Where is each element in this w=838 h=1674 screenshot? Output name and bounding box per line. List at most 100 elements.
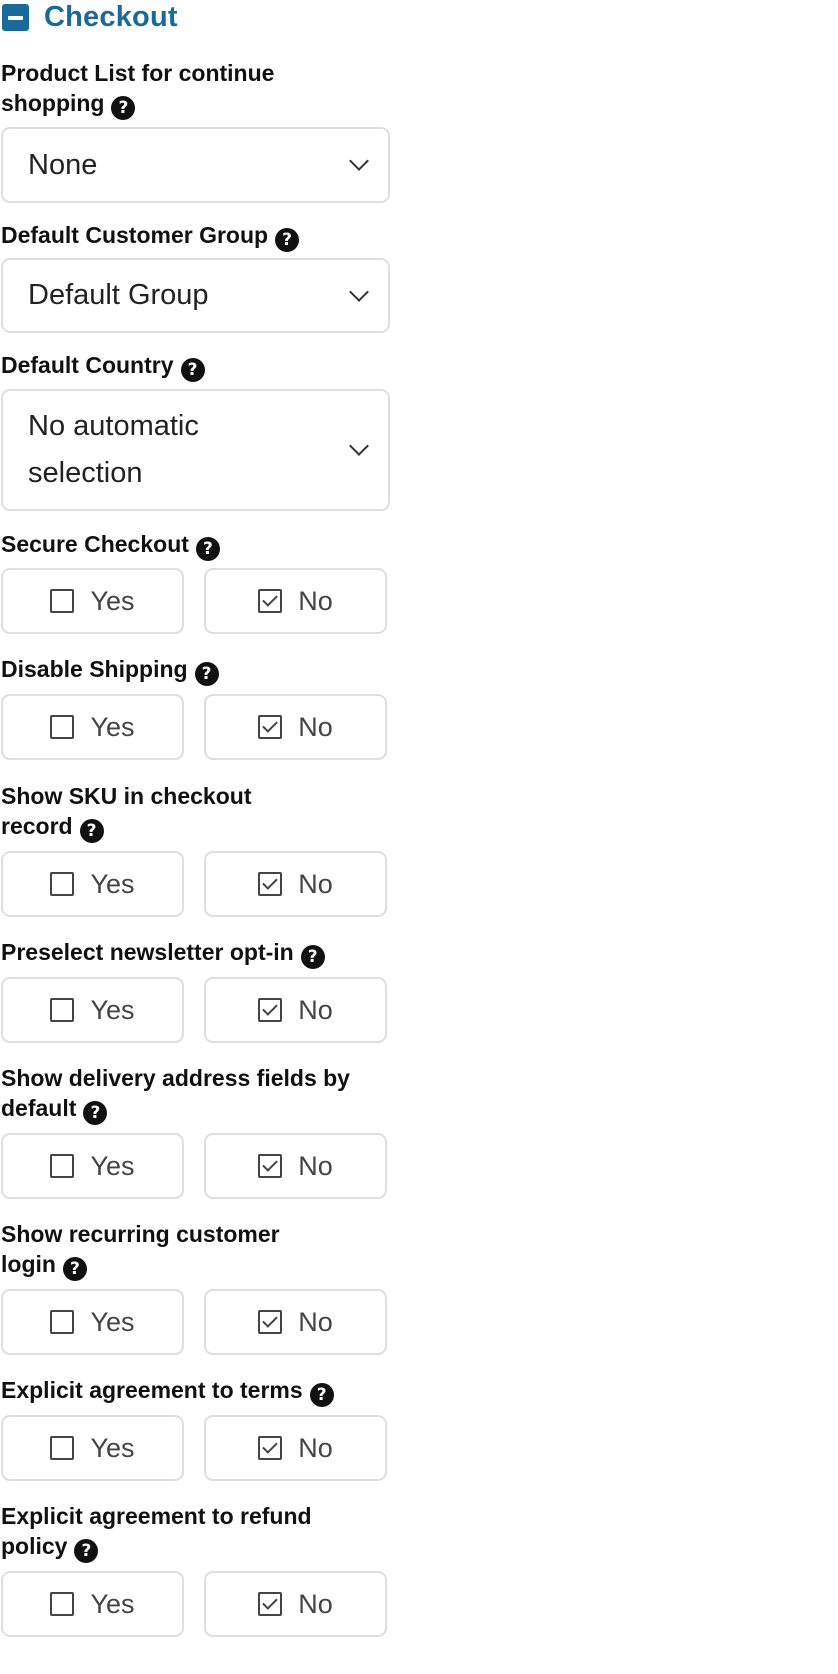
- field-label: Disable Shipping?: [1, 654, 391, 686]
- select-value: None: [28, 148, 98, 181]
- yes-option[interactable]: Yes: [1, 568, 184, 634]
- chevron-down-icon: [349, 151, 369, 171]
- field-default-customer-group: Default Customer Group? Default Group: [1, 220, 391, 333]
- default-country-select[interactable]: No automatic selection: [1, 389, 390, 511]
- no-option[interactable]: No: [204, 851, 387, 917]
- question-circle-icon[interactable]: ?: [275, 228, 300, 252]
- field-product-list: Product List for continue shopping? None: [1, 58, 391, 203]
- field-label: Show SKU in checkout record?: [1, 781, 301, 843]
- yes-no-toggle: Yes No: [1, 1571, 391, 1637]
- check-square-icon: [258, 715, 283, 739]
- field-label-text: Show delivery address fields by default: [1, 1065, 350, 1121]
- yes-no-toggle: Yes No: [1, 851, 391, 917]
- check-square-icon: [258, 1592, 283, 1616]
- yes-label: Yes: [90, 1432, 135, 1463]
- field-label-text: Explicit agreement to refund policy: [1, 1503, 312, 1559]
- checkout-section-header[interactable]: Checkout: [0, 0, 838, 34]
- yes-no-toggle: Yes No: [1, 568, 391, 634]
- no-option[interactable]: No: [204, 694, 387, 760]
- field-show-recurring-login: Show recurring customer login? Yes No: [1, 1219, 391, 1355]
- yes-label: Yes: [90, 1306, 135, 1337]
- product-list-select[interactable]: None: [1, 127, 390, 203]
- field-agreement-terms: Explicit agreement to terms? Yes No: [1, 1375, 391, 1481]
- no-label: No: [298, 585, 333, 616]
- square-icon: [50, 998, 75, 1022]
- yes-label: Yes: [90, 585, 135, 616]
- field-label: Default Customer Group?: [1, 220, 391, 252]
- field-show-delivery-address: Show delivery address fields by default?…: [1, 1063, 391, 1199]
- field-label-text: Explicit agreement to terms: [1, 1377, 303, 1403]
- field-label-text: Preselect newsletter opt-in: [1, 939, 294, 965]
- check-square-icon: [258, 1310, 283, 1334]
- yes-option[interactable]: Yes: [1, 1289, 184, 1355]
- question-circle-icon[interactable]: ?: [309, 1383, 334, 1407]
- square-icon: [50, 1310, 75, 1334]
- check-square-icon: [258, 998, 283, 1022]
- yes-option[interactable]: Yes: [1, 1133, 184, 1199]
- yes-label: Yes: [90, 1150, 135, 1181]
- question-circle-icon[interactable]: ?: [111, 96, 136, 120]
- field-agreement-refund-policy: Explicit agreement to refund policy? Yes…: [1, 1501, 391, 1637]
- yes-option[interactable]: Yes: [1, 851, 184, 917]
- field-label: Product List for continue shopping?: [1, 58, 321, 120]
- no-label: No: [298, 1432, 333, 1463]
- no-label: No: [298, 868, 333, 899]
- yes-option[interactable]: Yes: [1, 1571, 184, 1637]
- field-label: Default Country?: [1, 350, 391, 382]
- field-show-sku: Show SKU in checkout record? Yes No: [1, 781, 391, 917]
- field-label: Explicit agreement to refund policy?: [1, 1501, 371, 1563]
- question-circle-icon[interactable]: ?: [194, 662, 219, 686]
- field-label: Show delivery address fields by default?: [1, 1063, 371, 1125]
- yes-no-toggle: Yes No: [1, 694, 391, 760]
- check-square-icon: [258, 1436, 283, 1460]
- no-option[interactable]: No: [204, 568, 387, 634]
- select-value: Default Group: [28, 279, 209, 311]
- no-option[interactable]: No: [204, 1133, 387, 1199]
- checkout-fields: Product List for continue shopping? None…: [0, 58, 391, 1637]
- no-label: No: [298, 1150, 333, 1181]
- yes-no-toggle: Yes No: [1, 1133, 391, 1199]
- yes-label: Yes: [90, 711, 135, 742]
- question-circle-icon[interactable]: ?: [62, 1257, 87, 1281]
- field-label: Show recurring customer login?: [1, 1219, 331, 1281]
- question-circle-icon[interactable]: ?: [83, 1101, 108, 1125]
- question-circle-icon[interactable]: ?: [180, 358, 205, 382]
- field-disable-shipping: Disable Shipping? Yes No: [1, 654, 391, 760]
- no-option[interactable]: No: [204, 1415, 387, 1481]
- chevron-down-icon: [349, 281, 369, 302]
- field-label: Preselect newsletter opt-in?: [1, 937, 391, 969]
- yes-option[interactable]: Yes: [1, 977, 184, 1043]
- field-label: Explicit agreement to terms?: [1, 1375, 391, 1407]
- yes-no-toggle: Yes No: [1, 977, 391, 1043]
- question-circle-icon[interactable]: ?: [195, 537, 220, 561]
- field-label-text: Disable Shipping: [1, 656, 188, 682]
- field-default-country: Default Country? No automatic selection: [1, 350, 391, 511]
- section-title: Checkout: [44, 0, 178, 33]
- square-icon: [50, 589, 75, 613]
- field-label-text: Show recurring customer login: [1, 1221, 280, 1277]
- select-value: No automatic selection: [28, 410, 199, 489]
- yes-no-toggle: Yes No: [1, 1289, 391, 1355]
- field-label-text: Secure Checkout: [1, 531, 189, 557]
- minus-square-icon[interactable]: [2, 3, 29, 31]
- square-icon: [50, 715, 75, 739]
- question-circle-icon[interactable]: ?: [79, 819, 104, 843]
- field-label-text: Show SKU in checkout record: [1, 783, 252, 839]
- field-label: Secure Checkout?: [1, 529, 391, 561]
- no-option[interactable]: No: [204, 1571, 387, 1637]
- field-label-text: Default Customer Group: [1, 222, 269, 248]
- default-customer-group-select[interactable]: Default Group: [1, 258, 390, 333]
- no-label: No: [298, 711, 333, 742]
- check-square-icon: [258, 1154, 283, 1178]
- question-circle-icon[interactable]: ?: [74, 1539, 99, 1563]
- field-secure-checkout: Secure Checkout? Yes No: [1, 529, 391, 634]
- chevron-down-icon: [349, 436, 369, 456]
- no-option[interactable]: No: [204, 977, 387, 1043]
- no-label: No: [298, 994, 333, 1025]
- no-option[interactable]: No: [204, 1289, 387, 1355]
- yes-option[interactable]: Yes: [1, 1415, 184, 1481]
- field-label-text: Product List for continue shopping: [1, 60, 275, 116]
- yes-label: Yes: [90, 994, 135, 1025]
- question-circle-icon[interactable]: ?: [300, 945, 325, 969]
- yes-option[interactable]: Yes: [1, 694, 184, 760]
